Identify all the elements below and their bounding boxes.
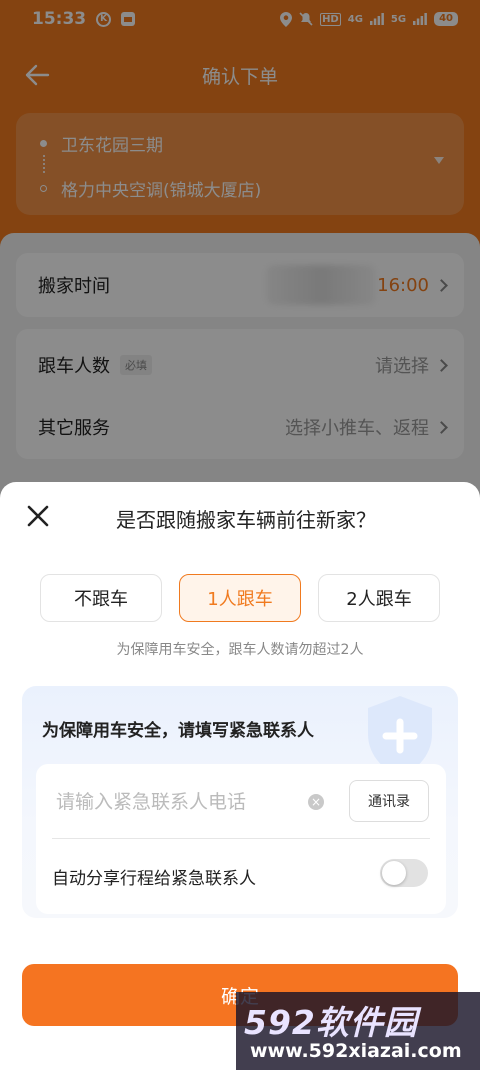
follow-vehicle-sheet: 是否跟随搬家车辆前往新家？ 不跟车 1人跟车 2人跟车 为保障用车安全，跟车人数… [0,482,480,1070]
option-two-people[interactable]: 2人跟车 [318,574,440,622]
divider [52,838,430,839]
option-no-follow[interactable]: 不跟车 [40,574,162,622]
watermark-brand: 592软件园 [244,1003,418,1042]
watermark-url: www.592xiazai.com [250,1040,462,1062]
contacts-button[interactable]: 通讯录 [349,780,429,822]
share-trip-toggle[interactable] [380,859,428,887]
watermark: 592软件园 www.592xiazai.com [236,992,480,1070]
clear-icon[interactable]: × [308,794,324,810]
toggle-knob [382,861,406,885]
share-trip-label: 自动分享行程给紧急联系人 [52,869,256,889]
emergency-phone-input[interactable] [56,784,316,820]
safety-tip: 为保障用车安全，跟车人数请勿超过2人 [116,642,364,658]
emergency-contact-card: 为保障用车安全，请填写紧急联系人 × 通讯录 自动分享行程给紧急联系人 [22,686,458,918]
contact-title: 为保障用车安全，请填写紧急联系人 [42,721,314,741]
sheet-title: 是否跟随搬家车辆前往新家？ [116,508,376,532]
option-one-person[interactable]: 1人跟车 [179,574,301,622]
contact-form: × 通讯录 自动分享行程给紧急联系人 [36,764,446,914]
